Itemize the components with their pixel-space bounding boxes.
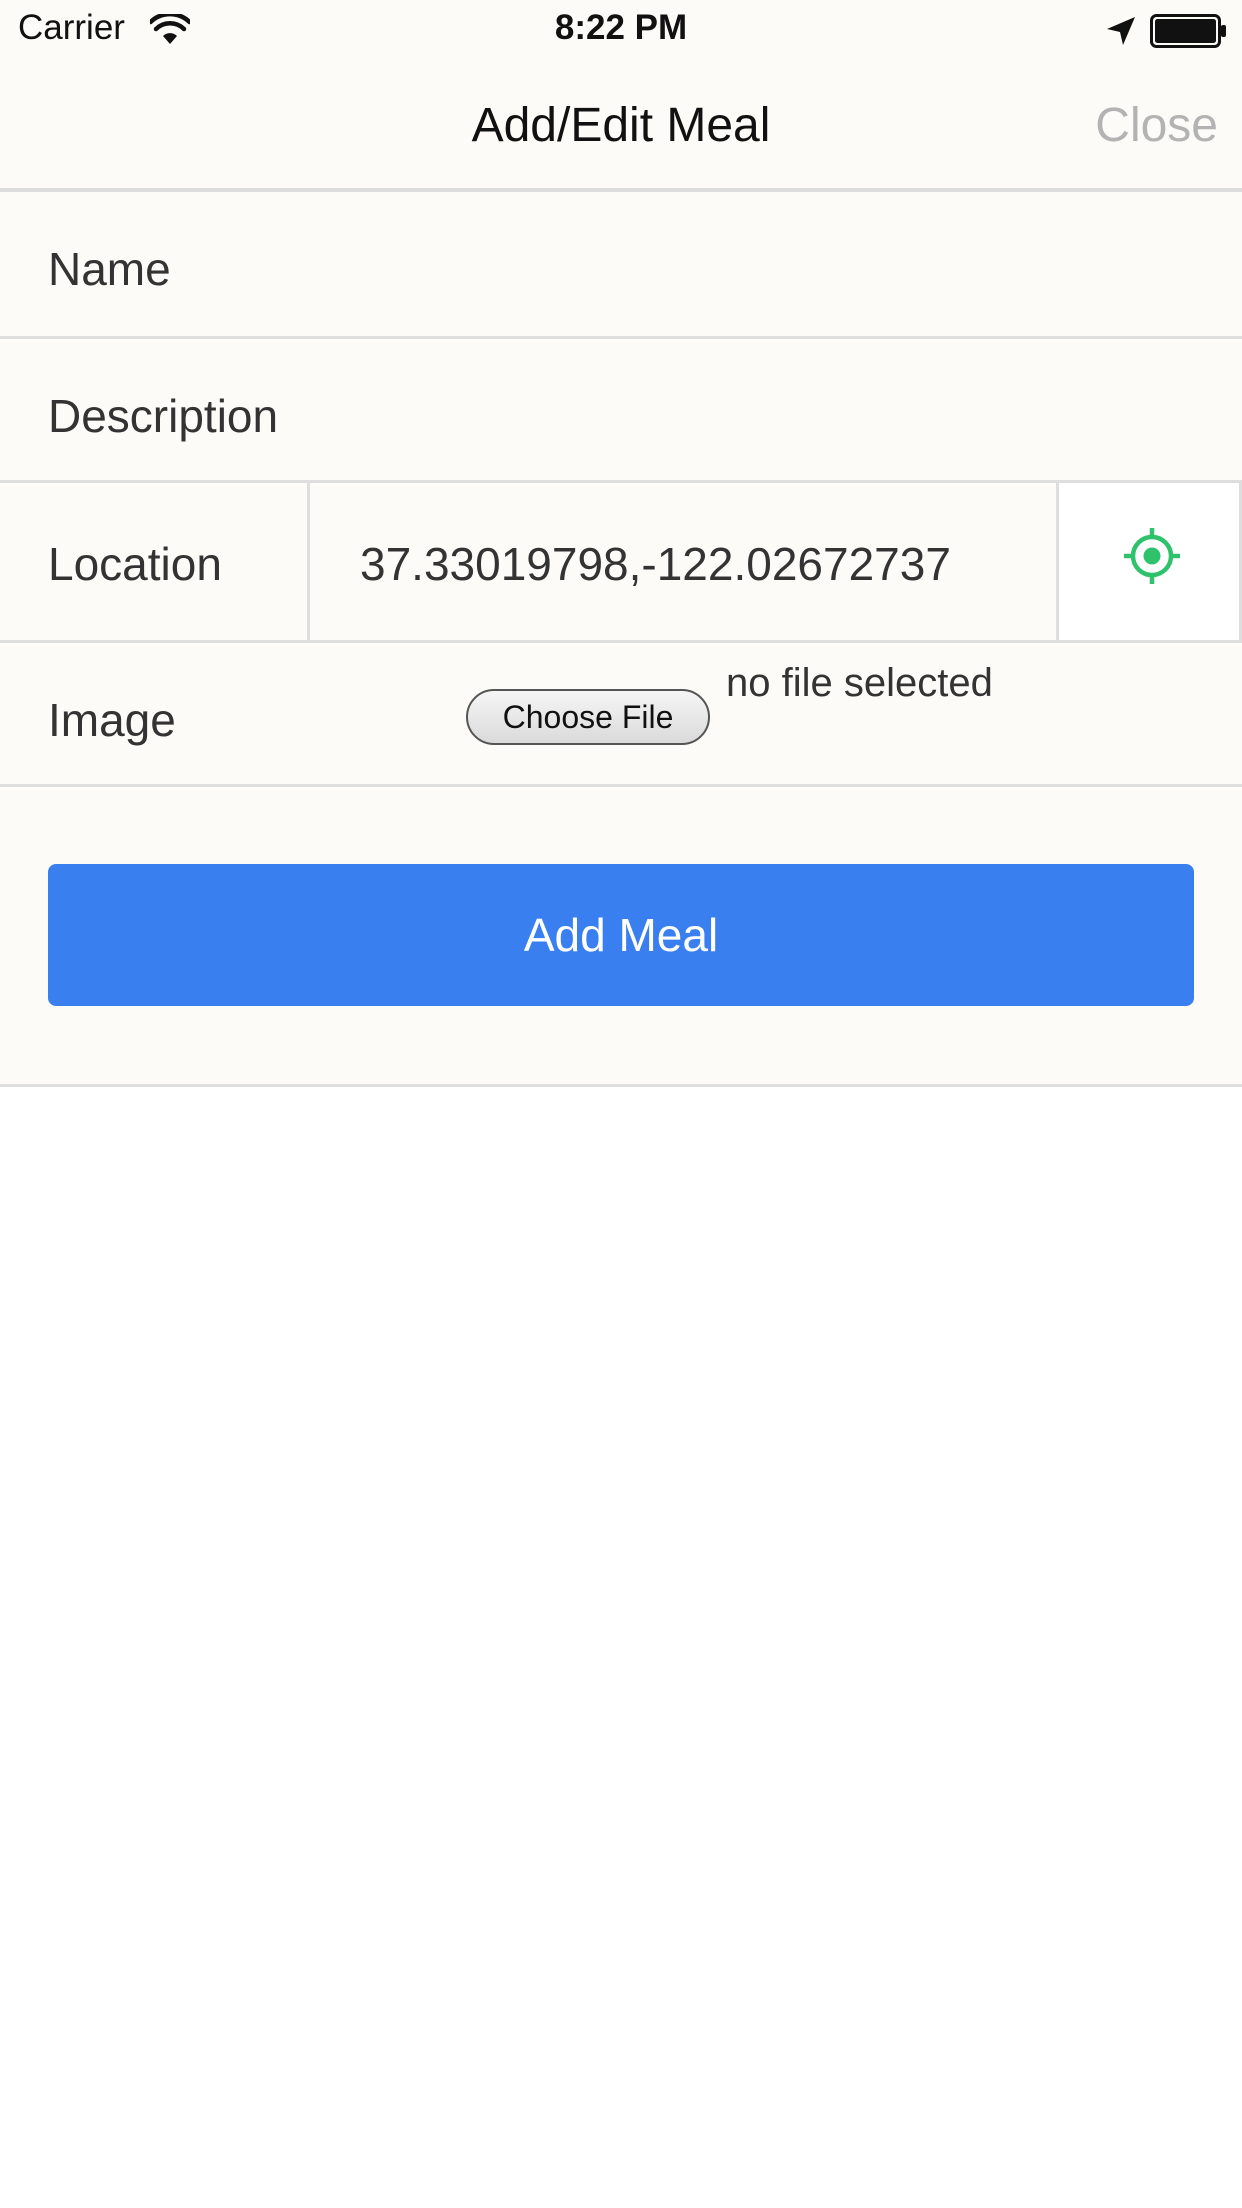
location-row: Location 37.33019798,-122.02672737 <box>0 483 1242 643</box>
description-label: Description <box>48 390 279 442</box>
location-label: Location <box>48 538 222 590</box>
name-field[interactable]: Name <box>0 192 1242 339</box>
location-input[interactable]: 37.33019798,-122.02672737 <box>307 483 1059 640</box>
battery-icon <box>1150 14 1226 48</box>
image-row: Image Choose File no file selected <box>0 643 1242 787</box>
location-value: 37.33019798,-122.02672737 <box>360 538 951 590</box>
locate-button[interactable] <box>1056 483 1242 640</box>
file-status: no file selected <box>726 661 993 705</box>
status-bar: Carrier 8:22 PM <box>0 0 1242 62</box>
add-meal-button[interactable]: Add Meal <box>48 864 1194 1006</box>
navigation-bar: Add/Edit Meal Close <box>0 62 1242 192</box>
close-button[interactable]: Close <box>1095 98 1218 153</box>
description-field[interactable]: Description <box>0 339 1242 483</box>
choose-file-button[interactable]: Choose File <box>466 689 710 745</box>
image-label: Image <box>48 694 176 746</box>
name-label: Name <box>48 243 171 295</box>
status-time: 8:22 PM <box>554 8 688 47</box>
target-icon <box>1124 528 1180 584</box>
page-title: Add/Edit Meal <box>471 99 771 152</box>
meal-form: Name Description Location 37.33019798,-1… <box>0 192 1242 1087</box>
location-arrow-icon <box>1107 17 1135 45</box>
